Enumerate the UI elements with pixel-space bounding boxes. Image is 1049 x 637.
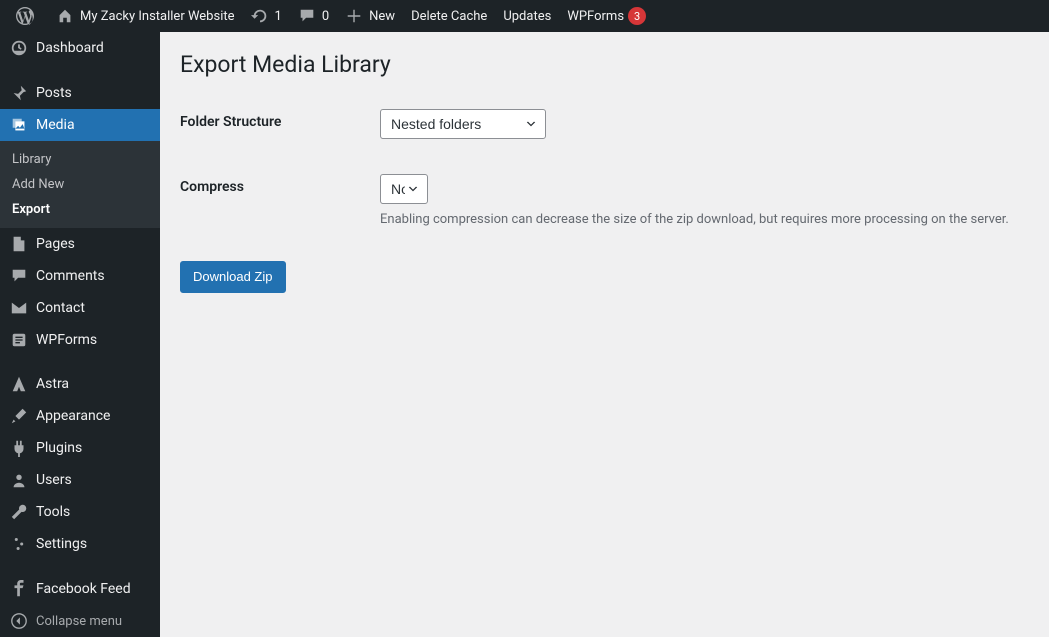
download-zip-button[interactable]: Download Zip (180, 261, 286, 293)
menu-pages[interactable]: Pages (0, 228, 160, 260)
menu-contact[interactable]: Contact (0, 292, 160, 324)
user-icon (10, 471, 28, 489)
wrench-icon (10, 503, 28, 521)
collapse-menu[interactable]: Collapse menu (0, 605, 160, 637)
updates-link[interactable]: Updates (495, 0, 559, 32)
comments-count-label: 0 (322, 9, 329, 24)
media-icon (10, 116, 28, 134)
submenu-export[interactable]: Export (0, 197, 160, 222)
admin-bar: My Zacky Installer Website 1 0 New Delet… (0, 0, 1049, 32)
admin-menu: Dashboard Posts Media Library Add New Ex… (0, 32, 160, 637)
submenu-library[interactable]: Library (0, 147, 160, 172)
wp-logo[interactable] (8, 0, 48, 32)
sliders-icon (10, 535, 28, 553)
menu-facebook-feed[interactable]: Facebook Feed (0, 573, 160, 605)
media-submenu: Library Add New Export (0, 141, 160, 228)
compress-description: Enabling compression can decrease the si… (380, 212, 1019, 227)
comment-icon (298, 7, 316, 25)
wpforms-label: WPForms (567, 9, 624, 24)
new-content[interactable]: New (337, 0, 403, 32)
dashboard-icon (10, 39, 28, 57)
menu-appearance[interactable]: Appearance (0, 400, 160, 432)
compress-label: Compress (180, 159, 380, 247)
menu-comments[interactable]: Comments (0, 260, 160, 292)
mail-icon (10, 299, 28, 317)
collapse-icon (10, 612, 28, 630)
menu-settings[interactable]: Settings (0, 528, 160, 560)
pin-icon (10, 84, 28, 102)
menu-dashboard[interactable]: Dashboard (0, 32, 160, 64)
compress-select[interactable]: No (380, 174, 428, 204)
facebook-icon (10, 580, 28, 598)
updates[interactable]: 1 (243, 0, 290, 32)
menu-plugins[interactable]: Plugins (0, 432, 160, 464)
folder-structure-label: Folder Structure (180, 94, 380, 159)
form-icon (10, 331, 28, 349)
brush-icon (10, 407, 28, 425)
updates-count: 1 (275, 9, 282, 24)
plus-icon (345, 7, 363, 25)
menu-tools[interactable]: Tools (0, 496, 160, 528)
wpforms-badge: 3 (628, 7, 646, 25)
menu-posts[interactable]: Posts (0, 77, 160, 109)
wpforms-link[interactable]: WPForms 3 (559, 0, 654, 32)
page-title: Export Media Library (180, 42, 1029, 94)
comments-count[interactable]: 0 (290, 0, 337, 32)
wordpress-icon (16, 7, 34, 25)
settings-form: Folder Structure Nested folders Compress… (180, 94, 1029, 247)
menu-astra[interactable]: Astra (0, 368, 160, 400)
menu-media[interactable]: Media (0, 109, 160, 141)
refresh-icon (251, 7, 269, 25)
plug-icon (10, 439, 28, 457)
site-name[interactable]: My Zacky Installer Website (48, 0, 243, 32)
delete-cache[interactable]: Delete Cache (403, 0, 495, 32)
content-area: Export Media Library Folder Structure Ne… (160, 32, 1049, 637)
astra-icon (10, 375, 28, 393)
menu-users[interactable]: Users (0, 464, 160, 496)
comments-icon (10, 267, 28, 285)
home-icon (56, 7, 74, 25)
new-label: New (369, 9, 395, 24)
pages-icon (10, 235, 28, 253)
menu-wpforms[interactable]: WPForms (0, 324, 160, 356)
site-name-label: My Zacky Installer Website (80, 9, 235, 24)
submenu-add-new[interactable]: Add New (0, 172, 160, 197)
folder-structure-select[interactable]: Nested folders (380, 109, 546, 139)
